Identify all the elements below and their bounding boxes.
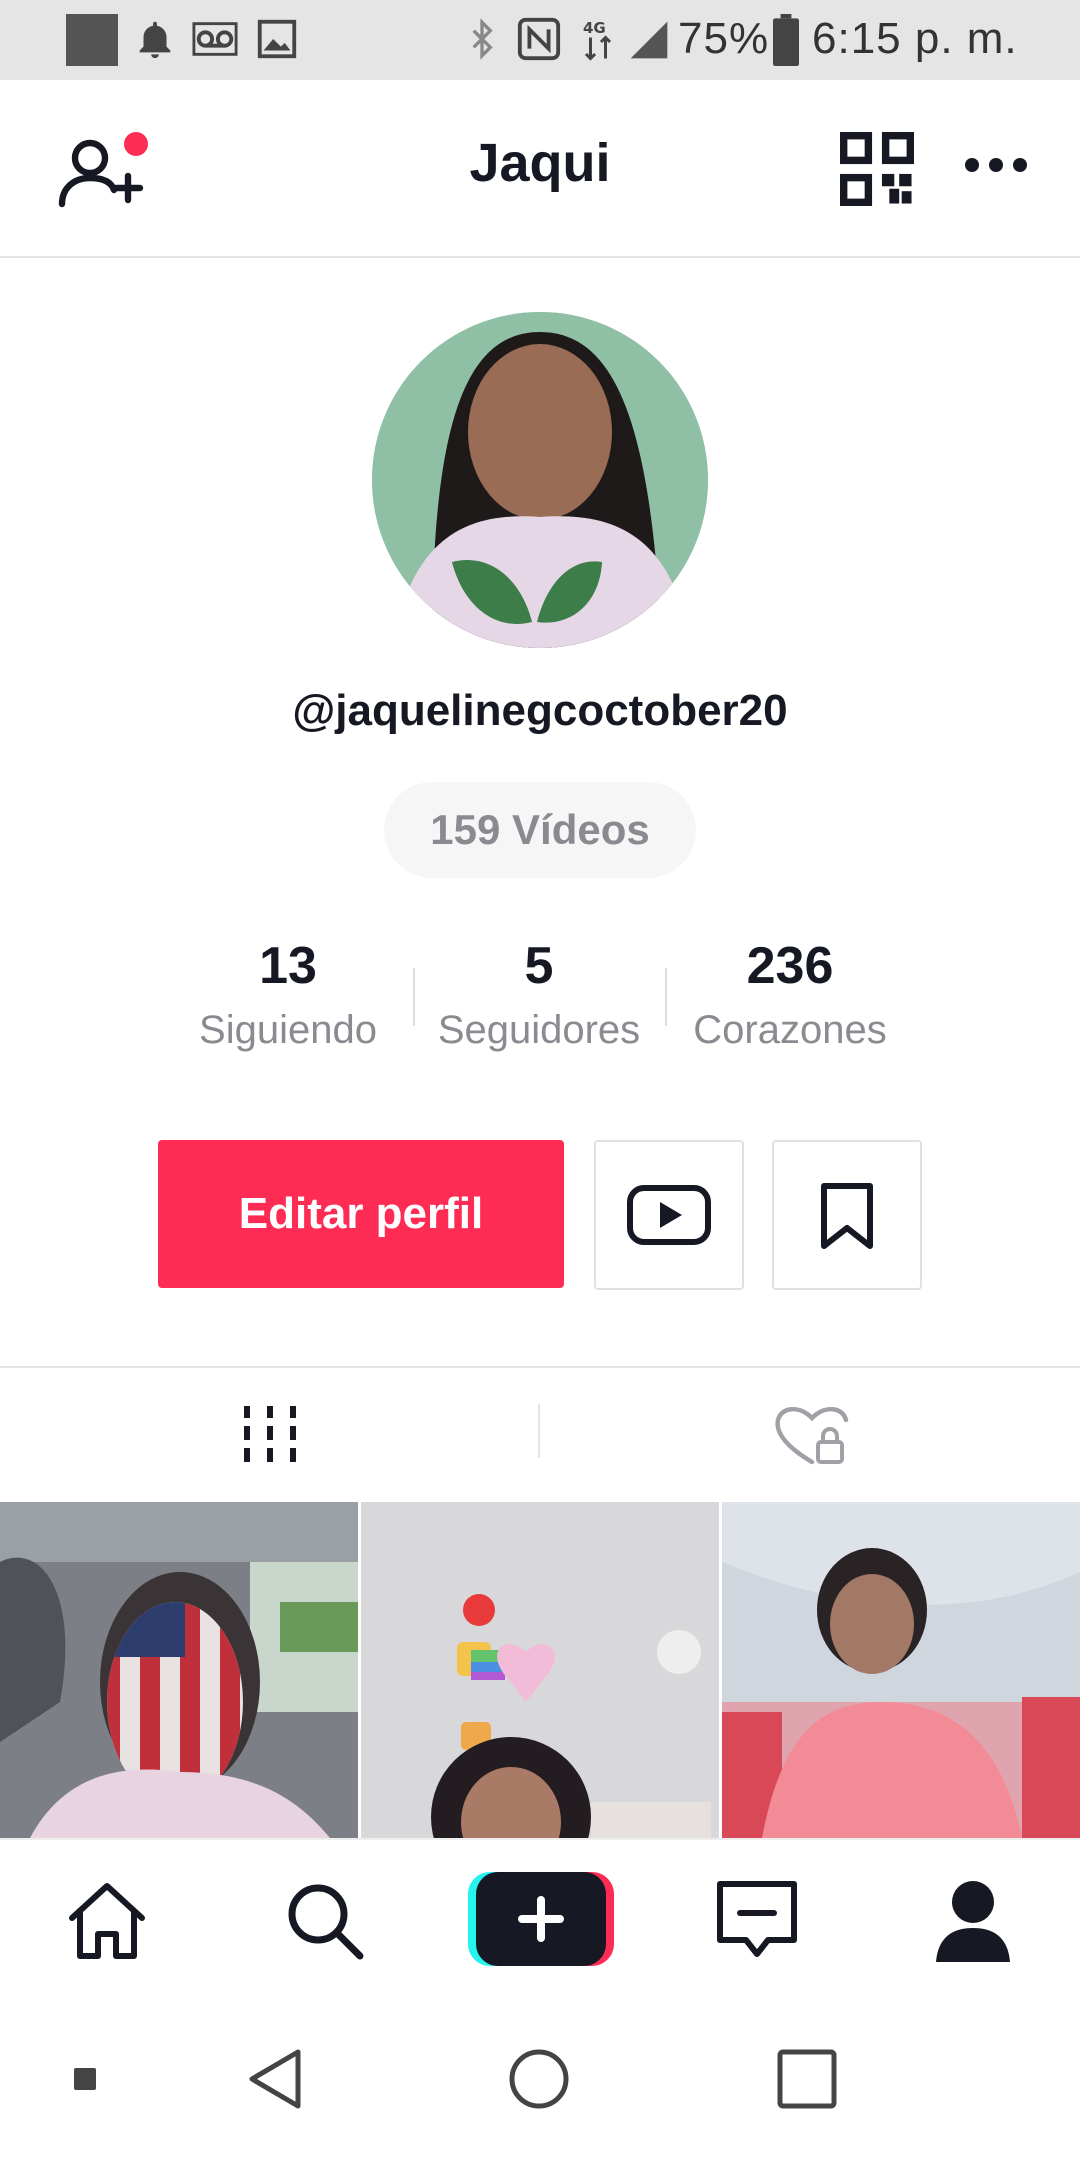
create-icon	[468, 1872, 614, 1966]
stat-hearts[interactable]: 236 Corazones	[660, 936, 920, 1053]
videos-count-pill[interactable]: 159 Vídeos	[384, 782, 696, 878]
more-icon	[965, 158, 1027, 172]
nav-profile[interactable]	[928, 1874, 1018, 1966]
page-title: Jaqui	[469, 133, 611, 193]
nav-discover[interactable]	[280, 1876, 370, 1966]
recents-dot-icon[interactable]	[74, 2068, 96, 2090]
home-circle-icon[interactable]	[508, 2048, 570, 2110]
thumbnail-image	[0, 1502, 358, 1838]
video-thumbnail[interactable]	[361, 1502, 719, 1838]
nfc-icon	[517, 17, 561, 61]
system-nav	[0, 1998, 1080, 2160]
nav-inbox[interactable]	[712, 1876, 802, 1966]
youtube-button[interactable]	[594, 1140, 744, 1290]
favorites-button[interactable]	[772, 1140, 922, 1290]
profile-tabs	[0, 1366, 1080, 1504]
profile-header: Jaqui	[0, 80, 1080, 258]
clock: 6:15 p. m.	[812, 14, 1018, 63]
profile-icon	[936, 1881, 1010, 1962]
inbox-icon	[717, 1881, 797, 1957]
followers-count: 5	[524, 937, 554, 995]
image-icon	[257, 19, 297, 59]
edit-profile-button[interactable]: Editar perfil	[158, 1140, 564, 1288]
video-thumbnail[interactable]	[722, 1502, 1080, 1838]
video-thumbnail[interactable]	[0, 1502, 358, 1838]
battery-percent: 75%	[678, 14, 770, 63]
overview-square-icon[interactable]	[776, 2048, 838, 2110]
stat-following[interactable]: 13 Siguiendo	[158, 936, 418, 1053]
nav-home[interactable]	[62, 1876, 152, 1966]
avatar[interactable]	[372, 312, 708, 648]
avatar-photo	[372, 312, 708, 648]
back-icon[interactable]	[242, 2046, 308, 2112]
voicemail-icon	[192, 22, 238, 56]
more-button[interactable]	[960, 150, 1032, 180]
followers-label: Seguidores	[437, 1008, 641, 1052]
videos-grid-icon	[244, 1406, 296, 1462]
thumbnail-image	[722, 1502, 1080, 1838]
signal-icon	[630, 21, 668, 59]
data-4g-icon: 4G	[583, 19, 612, 61]
following-count: 13	[259, 937, 317, 995]
home-icon	[69, 1883, 145, 1959]
following-label: Siguiendo	[199, 1008, 377, 1052]
stat-followers[interactable]: 5 Seguidores	[409, 936, 669, 1053]
hearts-label: Corazones	[693, 1008, 887, 1052]
bell-icon	[139, 21, 171, 59]
search-icon	[288, 1884, 364, 1960]
youtube-icon	[627, 1185, 711, 1245]
create-button[interactable]	[468, 1872, 614, 1966]
bluetooth-icon	[472, 18, 493, 60]
hearts-count: 236	[746, 937, 834, 995]
tab-videos[interactable]	[230, 1400, 310, 1470]
app-notification-icon	[66, 14, 118, 66]
thumbnail-image	[361, 1502, 719, 1838]
tab-liked[interactable]	[772, 1404, 852, 1470]
status-bar: 4G 75% 6:15 p. m.	[0, 0, 1080, 80]
bottom-nav	[0, 1838, 1080, 2000]
battery-icon	[773, 14, 799, 66]
username-handle: @jaquelinegcoctober20	[292, 686, 788, 735]
svg-text:4G: 4G	[583, 19, 606, 37]
bookmark-icon	[821, 1183, 873, 1249]
liked-private-icon	[775, 1407, 849, 1465]
qr-code-button[interactable]	[840, 132, 914, 206]
tabs-divider	[538, 1404, 540, 1458]
qr-code-icon	[840, 132, 914, 206]
